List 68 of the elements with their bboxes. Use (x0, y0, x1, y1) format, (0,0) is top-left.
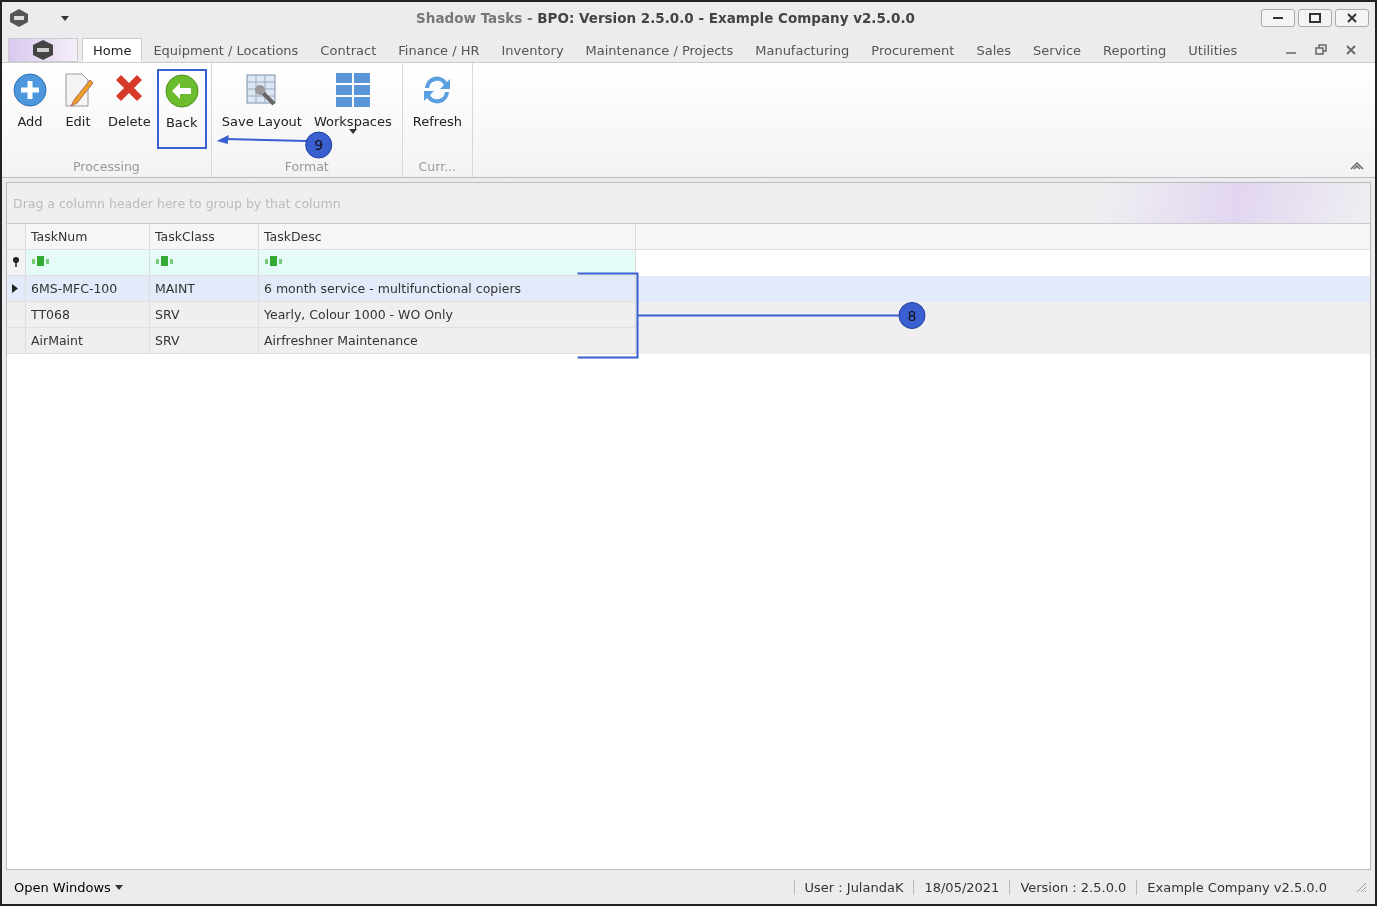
callout-number: 8 (898, 302, 926, 329)
minimize-icon (1273, 17, 1283, 19)
add-icon (12, 72, 48, 108)
table-cell: AirMaint (25, 327, 150, 354)
ribbon-tab[interactable]: Finance / HR (387, 38, 491, 62)
refresh-button[interactable]: Refresh (406, 69, 468, 149)
ribbon-tab[interactable]: Reporting (1092, 38, 1178, 62)
ribbon-tab[interactable]: Maintenance / Projects (574, 38, 745, 62)
window-title: Shadow Tasks - BPO: Version 2.5.0.0 - Example Company v2.5.0.0 (415, 10, 916, 26)
restore-icon (1315, 44, 1327, 56)
resize-grip-icon (1355, 881, 1367, 893)
close-icon (1347, 13, 1357, 23)
dropdown-arrow-icon (60, 14, 70, 22)
group-label: Curr... (417, 157, 458, 176)
group-label: Processing (72, 157, 141, 176)
ribbon-tab[interactable]: Home (82, 38, 143, 62)
close-icon (1345, 44, 1357, 56)
ribbon-tab[interactable]: Equipment / Locations (142, 38, 310, 62)
ribbon-tab[interactable]: Contract (309, 38, 388, 62)
column-header[interactable]: TaskDesc (258, 224, 636, 250)
text-filter-icon (264, 255, 284, 267)
save-layout-button[interactable]: Save Layout (215, 69, 308, 149)
table-cell: Airfreshner Maintenance (258, 327, 636, 354)
edit-button[interactable]: Edit (54, 69, 102, 149)
ribbon-tab[interactable]: Service (1022, 38, 1093, 62)
group-label: Format (283, 157, 330, 176)
filter-cell[interactable] (258, 249, 636, 276)
application-menu-button[interactable] (8, 38, 78, 62)
maximize-button[interactable] (1298, 9, 1332, 27)
ribbon-tab[interactable]: Sales (965, 38, 1023, 62)
status-text: Version : 2.5.0.0 (1009, 879, 1137, 895)
current-row-icon (12, 284, 18, 293)
column-header[interactable]: TaskClass (149, 224, 259, 250)
filter-cell[interactable] (149, 249, 259, 276)
minimize-icon (1285, 52, 1297, 54)
column-header[interactable]: TaskNum (25, 224, 150, 250)
app-logo-icon (8, 8, 30, 28)
table-cell: 6 month service - multifunctional copiers (258, 275, 636, 302)
open-windows-button[interactable]: Open Windows (10, 879, 127, 895)
table-cell: SRV (149, 301, 259, 328)
filter-pin-icon (12, 257, 20, 267)
delete-button[interactable]: Delete (102, 69, 157, 149)
ribbon-tab[interactable]: Procurement (860, 38, 966, 62)
maximize-icon (1309, 13, 1321, 23)
table-cell: Yearly, Colour 1000 - WO Only (258, 301, 636, 328)
filter-cell[interactable] (25, 249, 150, 276)
grid-icon (334, 72, 371, 108)
ribbon-tab[interactable]: Manufacturing (744, 38, 861, 62)
dropdown-arrow-icon (114, 884, 123, 890)
status-text: User : JulandaK (793, 879, 914, 895)
app-logo-icon (31, 39, 55, 61)
ribbon-tab[interactable]: Utilities (1177, 38, 1249, 62)
table-cell: TT068 (25, 301, 150, 328)
status-text: Example Company v2.5.0.0 (1136, 879, 1337, 895)
ribbon-tab[interactable]: Inventory (490, 38, 575, 62)
dropdown-arrow-icon (348, 129, 357, 134)
status-text: 18/05/2021 (913, 879, 1010, 895)
table-cell: 6MS-MFC-100 (25, 275, 150, 302)
add-button[interactable]: Add (6, 69, 54, 149)
table-cell: MAINT (149, 275, 259, 302)
callout-number: 9 (305, 131, 333, 159)
back-button[interactable]: Back (156, 69, 207, 149)
collapse-ribbon-icon (1349, 159, 1365, 171)
table-cell: SRV (149, 327, 259, 354)
text-filter-icon (31, 255, 51, 267)
text-filter-icon (155, 255, 175, 267)
minimize-button[interactable] (1261, 9, 1295, 27)
close-button[interactable] (1335, 9, 1369, 27)
